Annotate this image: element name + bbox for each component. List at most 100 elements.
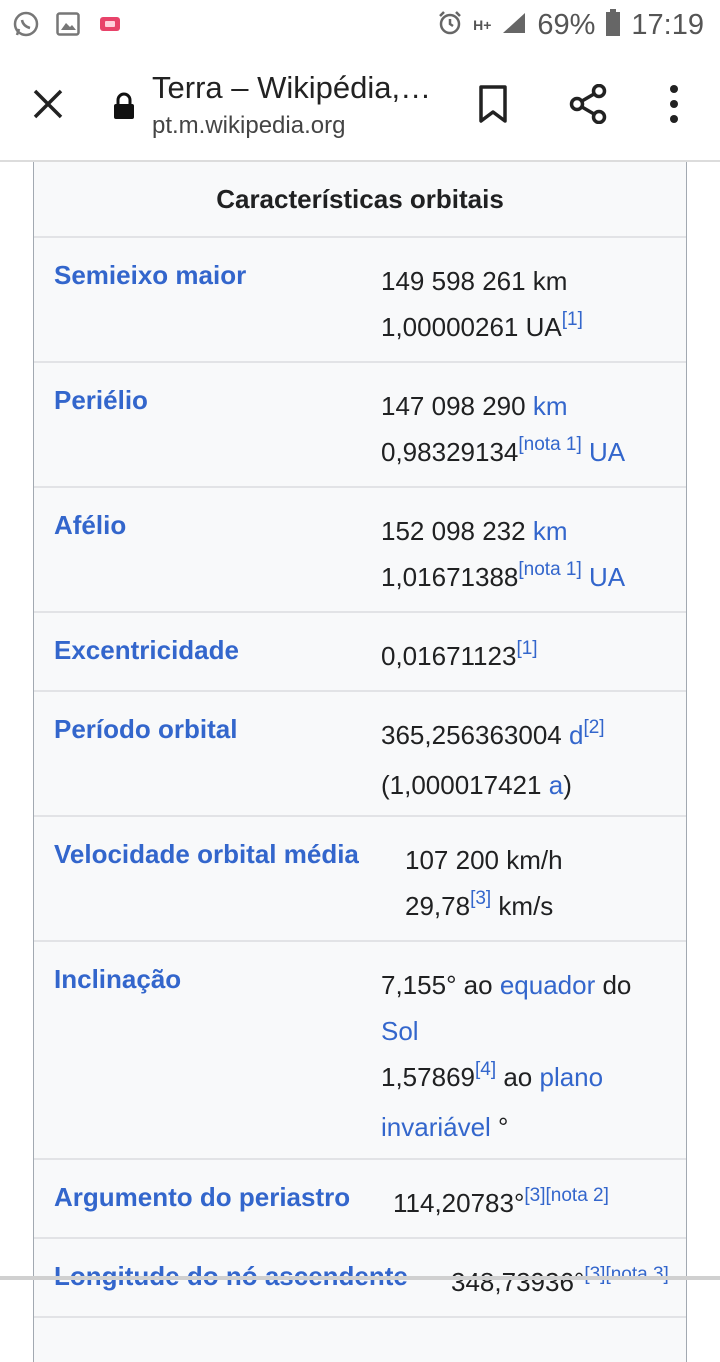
value-text: 1,00000261 UA <box>381 312 562 342</box>
infobox-row: Periélio 147 098 290 km 0,98329134[nota 1]… <box>34 363 686 488</box>
row-value: 147 098 290 km 0,98329134[nota 1] UA <box>381 383 625 479</box>
page-title[interactable]: Terra – Wikipédia,… <box>152 70 431 106</box>
reference-link[interactable]: [1] <box>562 309 583 330</box>
value-line: invariável ° <box>381 1104 631 1150</box>
row-value: 348,73936°[3][nota 3] <box>451 1259 669 1309</box>
value-text: 1,01671388 <box>381 562 519 592</box>
row-label[interactable]: Argumento do periastro <box>54 1182 350 1213</box>
value-line: 0,01671123[1] <box>381 633 538 683</box>
infobox-row: Inclinação 7,155° ao equador do Sol 1,57869… <box>34 942 686 1160</box>
value-link[interactable]: d <box>569 720 583 750</box>
value-text: 0,01671123 <box>381 641 517 671</box>
value-link[interactable]: km <box>533 516 568 546</box>
value-line: 1,00000261 UA[1] <box>381 304 583 354</box>
signal-icon <box>501 11 527 40</box>
reference-link[interactable]: [nota 2] <box>546 1185 609 1206</box>
status-bar: H+ 69% 17:19 <box>0 0 720 50</box>
battery-icon <box>605 8 621 42</box>
network-type: H+ <box>473 16 492 33</box>
row-value: 7,155° ao equador do Sol 1,57869[4] ao pla… <box>381 962 631 1150</box>
value-line: 0,98329134[nota 1] UA <box>381 429 625 479</box>
value-text: ao <box>496 1062 540 1092</box>
value-text <box>582 437 589 467</box>
reference-link[interactable]: [3] <box>584 1264 605 1285</box>
value-text: 365,256363004 <box>381 720 569 750</box>
value-line: (1,000017421 a) <box>381 762 605 808</box>
reference-link[interactable]: [nota 3] <box>605 1264 668 1285</box>
row-value: 114,20783°[3][nota 2] <box>393 1180 609 1230</box>
value-line: 152 098 232 km <box>381 508 625 554</box>
scroll-edge <box>0 1276 720 1280</box>
page-url[interactable]: pt.m.wikipedia.org <box>152 112 345 140</box>
reference-link[interactable]: [4] <box>475 1059 496 1080</box>
value-text: 29,78 <box>405 891 471 921</box>
value-link[interactable]: equador <box>500 970 595 1000</box>
value-text: ) <box>563 770 572 800</box>
value-line: 348,73936°[3][nota 3] <box>451 1259 669 1309</box>
reference-link[interactable]: [1] <box>516 638 537 659</box>
value-text: do <box>595 970 632 1000</box>
more-options-icon[interactable] <box>664 84 684 124</box>
value-text: km/s <box>491 891 554 921</box>
value-line: 7,155° ao equador do <box>381 962 631 1008</box>
clock: 17:19 <box>631 8 704 41</box>
value-link[interactable]: plano <box>539 1062 603 1092</box>
value-line: Sol <box>381 1008 631 1054</box>
infobox-row: Excentricidade 0,01671123[1] <box>34 613 686 692</box>
value-text: 147 098 290 <box>381 391 533 421</box>
row-label[interactable]: Afélio <box>54 510 126 541</box>
orbital-characteristics-infobox: Características orbitais Semieixo maior 1… <box>33 162 687 1362</box>
reference-link[interactable]: [3] <box>470 888 491 909</box>
value-link[interactable]: Sol <box>381 1016 419 1046</box>
whatsapp-icon <box>12 10 40 38</box>
row-value: 0,01671123[1] <box>381 633 538 683</box>
row-label[interactable]: Semieixo maior <box>54 260 246 291</box>
gallery-icon <box>54 10 82 38</box>
lock-icon <box>112 92 136 120</box>
bookmark-icon[interactable] <box>476 84 510 124</box>
value-text: (1,000017421 <box>381 770 549 800</box>
reference-link[interactable]: [nota 1] <box>518 559 581 580</box>
value-link[interactable]: km <box>533 391 568 421</box>
row-label[interactable]: Velocidade orbital média <box>54 839 359 870</box>
value-link[interactable]: UA <box>589 562 625 592</box>
infobox-row: Velocidade orbital média 107 200 km/h 29,7… <box>34 817 686 942</box>
row-label[interactable]: Inclinação <box>54 964 181 995</box>
reference-link[interactable]: [nota 1] <box>518 434 581 455</box>
value-text: 0,98329134 <box>381 437 519 467</box>
status-indicators: H+ 69% 17:19 <box>437 6 704 44</box>
value-link[interactable]: a <box>549 770 563 800</box>
infobox-row: Argumento do periastro 114,20783°[3][nota… <box>34 1160 686 1239</box>
reference-link[interactable]: [3] <box>524 1185 545 1206</box>
value-text: 152 098 232 <box>381 516 533 546</box>
infobox-header: Características orbitais <box>34 162 686 238</box>
value-text <box>582 562 589 592</box>
notification-icon <box>96 10 124 38</box>
status-notifications <box>12 10 124 38</box>
row-value: 107 200 km/h 29,78[3] km/s <box>405 837 563 933</box>
value-text: ° <box>490 1112 509 1142</box>
value-line: 149 598 261 km <box>381 258 583 304</box>
value-text: 114,20783° <box>393 1188 525 1218</box>
value-line: 114,20783°[3][nota 2] <box>393 1180 609 1230</box>
row-value: 152 098 232 km 1,01671388[nota 1] UA <box>381 508 625 604</box>
infobox-rows: Semieixo maior 149 598 261 km 1,00000261 U… <box>34 238 686 1318</box>
share-icon[interactable] <box>568 83 608 125</box>
value-line: 147 098 290 km <box>381 383 625 429</box>
browser-toolbar: Terra – Wikipédia,… pt.m.wikipedia.org <box>0 50 720 162</box>
value-link[interactable]: invariável <box>381 1112 491 1142</box>
value-line: 1,57869[4] ao plano <box>381 1054 631 1104</box>
value-line: 365,256363004 d[2] <box>381 712 605 762</box>
infobox-row: Semieixo maior 149 598 261 km 1,00000261 U… <box>34 238 686 363</box>
row-label[interactable]: Periélio <box>54 385 148 416</box>
row-label[interactable]: Excentricidade <box>54 635 239 666</box>
value-link[interactable]: UA <box>589 437 625 467</box>
row-value: 365,256363004 d[2] (1,000017421 a) <box>381 712 605 808</box>
value-text: 1,57869 <box>381 1062 475 1092</box>
reference-link[interactable]: [2] <box>583 717 604 738</box>
infobox-row: Afélio 152 098 232 km 1,01671388[nota 1] U… <box>34 488 686 613</box>
close-icon[interactable] <box>30 86 66 122</box>
value-text: 149 598 261 km <box>381 266 568 296</box>
row-label[interactable]: Período orbital <box>54 714 237 745</box>
value-text: 348,73936° <box>451 1267 585 1297</box>
